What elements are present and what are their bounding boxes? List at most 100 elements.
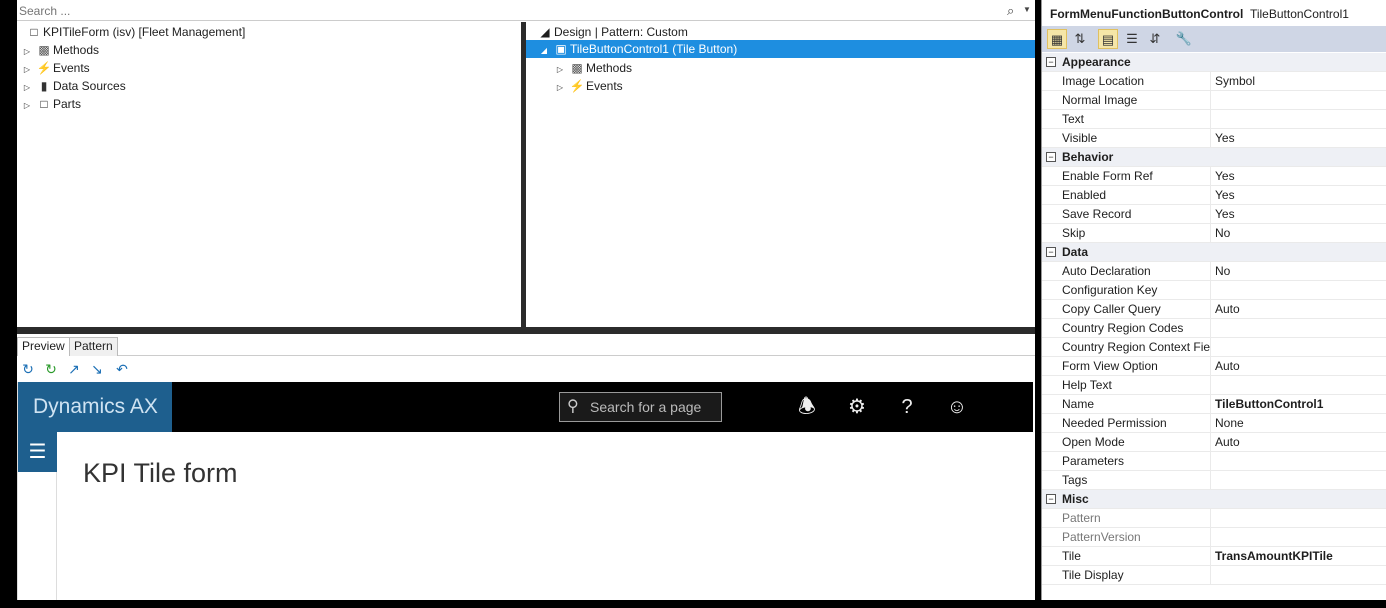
category-behavior[interactable]: − Behavior: [1042, 148, 1386, 167]
chevron-down-icon[interactable]: ▼: [1023, 5, 1031, 14]
category-data[interactable]: − Data: [1042, 243, 1386, 262]
collapse-all-icon[interactable]: ☰: [1122, 29, 1142, 49]
categorized-icon[interactable]: ▦: [1047, 29, 1067, 49]
expand-icon[interactable]: ▷: [552, 79, 568, 97]
lightning-icon: ⚡: [36, 61, 52, 75]
open-external-icon[interactable]: ↗: [65, 360, 83, 378]
tree-item-tile-button[interactable]: ◢ ▣ TileButtonControl1 (Tile Button): [526, 40, 1035, 58]
property-row[interactable]: Image Location Symbol: [1042, 72, 1386, 91]
tree-item-label: Parts: [53, 97, 82, 111]
undo-icon[interactable]: ↶: [113, 360, 131, 378]
properties-toolbar: ▦ ⇅ ▤ ☰ ⇵ 🔧: [1042, 26, 1386, 52]
tree-item-label: Events: [53, 61, 90, 75]
tree-item-events[interactable]: ▷ ⚡ Events: [552, 77, 623, 95]
collapse-icon[interactable]: ◢: [536, 42, 552, 60]
collapse-icon[interactable]: −: [1046, 247, 1056, 257]
tree-item-label: Methods: [586, 61, 633, 75]
search-bar: ⌕ ▼: [17, 1, 1035, 21]
property-row[interactable]: Normal Image: [1042, 91, 1386, 110]
tile-button-icon: ▣: [555, 42, 567, 56]
refresh-icon[interactable]: ↻: [19, 360, 37, 378]
gear-icon[interactable]: ⚙: [844, 394, 870, 420]
methods-icon: ▩: [38, 43, 50, 57]
form-icon: □: [30, 25, 38, 39]
bell-icon[interactable]: 🕭: [794, 394, 820, 420]
wrench-icon[interactable]: 🔧: [1174, 29, 1194, 49]
property-row[interactable]: Configuration Key: [1042, 281, 1386, 300]
category-misc[interactable]: − Misc: [1042, 490, 1386, 509]
tree-item-label: Data Sources: [53, 79, 126, 93]
app-navbar: Dynamics AX ⚲ Search for a page 🕭 ⚙ ? ☺: [18, 382, 1033, 432]
sort-alpha-icon[interactable]: ⇅: [1070, 29, 1090, 49]
design-icon: ◢: [540, 25, 550, 39]
category-appearance[interactable]: − Appearance: [1042, 53, 1386, 72]
tab-pattern[interactable]: Pattern: [69, 337, 118, 356]
collapse-icon[interactable]: −: [1046, 152, 1056, 162]
property-row[interactable]: PatternVersion: [1042, 528, 1386, 547]
tree-item-parts[interactable]: ▷ □ Parts: [19, 95, 81, 113]
form-tree: □ KPITileForm (isv) [Fleet Management] ▷ ▩…: [17, 22, 522, 327]
search-input[interactable]: [17, 2, 997, 20]
page-search-placeholder: Search for a page: [590, 399, 702, 415]
property-row[interactable]: Tags: [1042, 471, 1386, 490]
lightning-icon: ⚡: [569, 79, 585, 93]
property-row[interactable]: Tile TransAmountKPITile: [1042, 547, 1386, 566]
properties-header: FormMenuFunctionButtonControl TileButton…: [1042, 0, 1386, 26]
page-title: KPI Tile form: [83, 458, 238, 488]
tree-item-label: TileButtonControl1 (Tile Button): [570, 42, 738, 56]
preview-tabs: Preview Pattern: [17, 334, 1035, 356]
page-search-box[interactable]: ⚲ Search for a page: [559, 392, 722, 422]
property-row[interactable]: Pattern: [1042, 509, 1386, 528]
properties-object-name: TileButtonControl1: [1249, 7, 1349, 21]
property-row[interactable]: Text: [1042, 110, 1386, 129]
property-row[interactable]: Enable Form Ref Yes: [1042, 167, 1386, 186]
tree-root-label: Design | Pattern: Custom: [554, 25, 688, 39]
properties-panel: FormMenuFunctionButtonControl TileButton…: [1041, 0, 1386, 600]
tree-item-data-sources[interactable]: ▷ ▮ Data Sources: [19, 77, 126, 95]
property-row[interactable]: Skip No: [1042, 224, 1386, 243]
property-row[interactable]: Copy Caller Query Auto: [1042, 300, 1386, 319]
refresh-all-icon[interactable]: ↻: [42, 360, 60, 378]
tree-item-methods[interactable]: ▷ ▩ Methods: [552, 59, 632, 77]
property-row[interactable]: Auto Declaration No: [1042, 262, 1386, 281]
collapse-icon[interactable]: −: [1046, 494, 1056, 504]
parts-icon: □: [40, 97, 48, 111]
property-row[interactable]: Help Text: [1042, 376, 1386, 395]
property-row[interactable]: Save Record Yes: [1042, 205, 1386, 224]
collapse-icon[interactable]: −: [1046, 57, 1056, 67]
help-icon[interactable]: ?: [894, 394, 920, 420]
database-icon: ▮: [40, 79, 48, 93]
search-icon[interactable]: ⌕: [1007, 3, 1014, 19]
property-row[interactable]: Visible Yes: [1042, 129, 1386, 148]
nav-strip: [18, 472, 57, 600]
tree-item-label: Events: [586, 79, 623, 93]
tree-item-events[interactable]: ▷ ⚡ Events: [19, 59, 90, 77]
tree-root-label: KPITileForm (isv) [Fleet Management]: [43, 25, 246, 39]
preview-toolbar: ↻ ↻ ↗ ↘ ↶: [17, 357, 1035, 381]
expand-icon[interactable]: ▷: [19, 97, 35, 115]
sort-order-icon[interactable]: ⇵: [1145, 29, 1165, 49]
horizontal-splitter[interactable]: [17, 327, 1035, 334]
property-row[interactable]: Country Region Context Fiel: [1042, 338, 1386, 357]
tree-root-form[interactable]: □ KPITileForm (isv) [Fleet Management]: [25, 23, 245, 41]
tree-root-design[interactable]: ◢ Design | Pattern: Custom: [536, 23, 688, 41]
hamburger-menu-icon[interactable]: ☰: [18, 432, 57, 472]
property-row[interactable]: Needed Permission None: [1042, 414, 1386, 433]
tree-item-methods[interactable]: ▷ ▩ Methods: [19, 41, 99, 59]
property-row[interactable]: Form View Option Auto: [1042, 357, 1386, 376]
property-row[interactable]: Open Mode Auto: [1042, 433, 1386, 452]
brand-logo[interactable]: Dynamics AX: [18, 382, 172, 432]
properties-icon[interactable]: ▤: [1098, 29, 1118, 49]
export-icon[interactable]: ↘: [88, 360, 106, 378]
form-preview: Dynamics AX ⚲ Search for a page 🕭 ⚙ ? ☺ ☰…: [17, 382, 1033, 600]
tab-preview[interactable]: Preview: [17, 337, 70, 356]
property-row[interactable]: Tile Display: [1042, 566, 1386, 585]
property-row[interactable]: Name TileButtonControl1: [1042, 395, 1386, 414]
methods-icon: ▩: [571, 61, 583, 75]
tree-item-label: Methods: [53, 43, 100, 57]
search-icon: ⚲: [567, 398, 579, 415]
property-row[interactable]: Parameters: [1042, 452, 1386, 471]
property-row[interactable]: Enabled Yes: [1042, 186, 1386, 205]
property-row[interactable]: Country Region Codes: [1042, 319, 1386, 338]
smiley-icon[interactable]: ☺: [944, 394, 970, 420]
